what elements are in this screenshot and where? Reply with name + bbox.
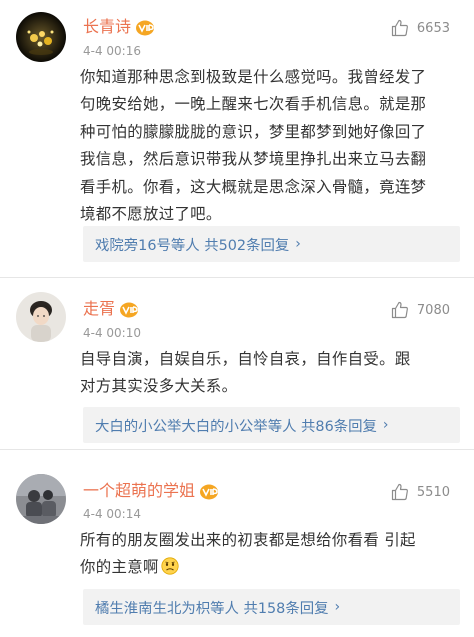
- avatar[interactable]: [16, 474, 66, 524]
- comment-line: 你知道那种思念到极致是什么感觉吗。我曾经发了: [80, 68, 427, 86]
- comment-line: 种可怕的朦朦胧胧的意识，梦里都梦到她好像回了: [80, 122, 427, 141]
- comment-line: 自导自演，自娱自乐，自怜自哀，自作自受。跟: [80, 350, 411, 368]
- username[interactable]: 长青诗: [83, 16, 131, 38]
- thumbs-up-icon: [391, 483, 408, 501]
- comment-item: 长青诗 4-4 00:16 6653 你知道那种思念到极致是什么感觉吗。我曾经发…: [0, 0, 474, 276]
- like-count: 7080: [416, 302, 450, 318]
- vip-badge-icon: [135, 19, 155, 36]
- thumbs-up-icon: [391, 19, 408, 37]
- comment-line: 你的主意啊: [80, 554, 456, 584]
- comment-list: 长青诗 4-4 00:16 6653 你知道那种思念到极致是什么感觉吗。我曾经发…: [0, 0, 474, 637]
- comment-text: 你知道那种思念到极致是什么感觉吗。我曾经发了 句晚安给她，一晚上醒来七次看手机信…: [80, 64, 456, 228]
- comment-item: 走胥 4-4 00:10 7080 自导自演，自娱自乐，自怜自哀，自作自受。跟 …: [0, 278, 474, 448]
- name-row: 走胥: [83, 298, 139, 320]
- timestamp: 4-4 00:14: [83, 507, 141, 521]
- reply-summary-link[interactable]: 大白的小公举大白的小公举等人 共86条回复 ›: [83, 407, 460, 443]
- username[interactable]: 走胥: [83, 298, 115, 320]
- timestamp: 4-4 00:16: [83, 44, 141, 58]
- like-count: 6653: [416, 20, 450, 36]
- reply-summary-text: 橘生淮南生北为枳等人 共158条回复: [95, 600, 329, 617]
- vip-badge-icon: [119, 301, 139, 318]
- comment-line: 境都不愿放过了吧。: [80, 205, 222, 224]
- chevron-right-icon: ›: [382, 417, 389, 433]
- reply-summary-text: 大白的小公举大白的小公举等人 共86条回复: [95, 418, 377, 435]
- like-button[interactable]: 5510: [391, 481, 450, 503]
- comment-line-text: 你的主意啊: [80, 558, 159, 577]
- avatar[interactable]: [16, 12, 66, 62]
- comment-item: 一个超萌的学姐 4-4 00:14 5510 所有的朋友圈发出来的初衷都是想给你…: [0, 450, 474, 637]
- comment-line: 我信息，然后意识带我从梦境里挣扎出来立马去翻: [80, 150, 427, 169]
- reply-summary-text: 戏院旁16号等人 共502条回复: [95, 237, 290, 254]
- like-button[interactable]: 6653: [391, 17, 450, 39]
- like-button[interactable]: 7080: [391, 299, 450, 321]
- timestamp: 4-4 00:10: [83, 326, 141, 340]
- comment-line: 看手机。你看，这大概就是思念深入骨髓，竟连梦: [80, 177, 427, 196]
- reply-summary-link[interactable]: 戏院旁16号等人 共502条回复 ›: [83, 226, 460, 262]
- comment-line: 所有的朋友圈发出来的初衷都是想给你看看 引起: [80, 531, 416, 549]
- comment-line: 句晚安给她，一晚上醒来七次看手机信息。就是那: [80, 95, 427, 114]
- thumbs-up-icon: [391, 301, 408, 319]
- comment-line: 对方其实没多大关系。: [80, 377, 238, 396]
- reply-summary-link[interactable]: 橘生淮南生北为枳等人 共158条回复 ›: [83, 589, 460, 625]
- name-row: 一个超萌的学姐: [83, 480, 219, 502]
- comment-text: 自导自演，自娱自乐，自怜自哀，自作自受。跟 对方其实没多大关系。: [80, 346, 456, 401]
- avatar[interactable]: [16, 292, 66, 342]
- comment-text: 所有的朋友圈发出来的初衷都是想给你看看 引起 你的主意啊: [80, 527, 456, 585]
- name-row: 长青诗: [83, 16, 155, 38]
- sad-face-emoji-icon: [161, 557, 179, 584]
- chevron-right-icon: ›: [334, 599, 341, 615]
- username[interactable]: 一个超萌的学姐: [83, 480, 195, 502]
- vip-badge-icon: [199, 483, 219, 500]
- like-count: 5510: [416, 484, 450, 500]
- chevron-right-icon: ›: [295, 236, 301, 252]
